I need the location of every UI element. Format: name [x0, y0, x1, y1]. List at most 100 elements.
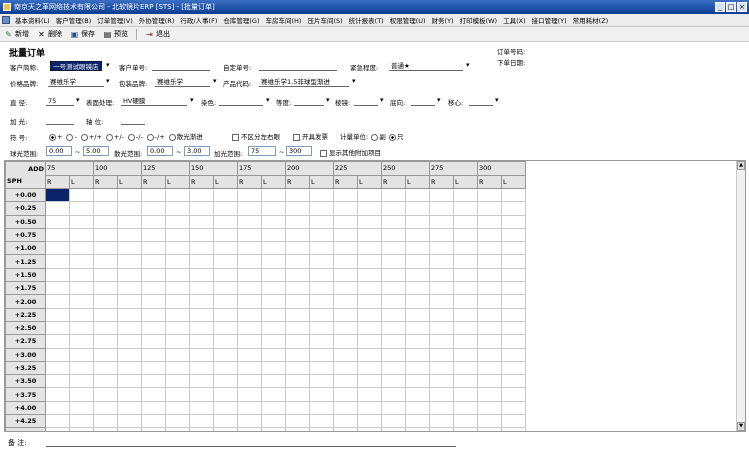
qty-cell[interactable]	[141, 241, 166, 256]
qty-cell[interactable]	[189, 267, 214, 283]
qty-cell[interactable]	[285, 427, 310, 431]
qty-cell[interactable]	[141, 227, 166, 243]
qty-cell[interactable]	[453, 267, 478, 283]
qty-cell[interactable]	[501, 294, 526, 309]
qty-cell[interactable]	[477, 281, 502, 296]
preview-button[interactable]: ▤ 预览	[103, 29, 128, 39]
qty-cell[interactable]	[309, 281, 334, 296]
qty-cell[interactable]	[261, 227, 286, 243]
qty-cell[interactable]	[429, 241, 454, 256]
qty-cell[interactable]	[381, 187, 406, 203]
qty-cell[interactable]	[69, 281, 94, 296]
qty-cell[interactable]	[165, 414, 190, 429]
qty-cell[interactable]	[285, 241, 310, 256]
qty-cell[interactable]	[45, 241, 70, 256]
qty-cell[interactable]	[333, 214, 358, 229]
qty-cell[interactable]	[189, 294, 214, 309]
qty-cell[interactable]	[309, 187, 334, 203]
menu-item[interactable]: 外协管理(R)	[136, 15, 178, 25]
qty-cell[interactable]	[357, 347, 382, 362]
scroll-up-icon[interactable]: ▲	[737, 161, 745, 170]
qty-cell[interactable]	[117, 320, 142, 336]
qty-cell[interactable]	[237, 281, 262, 296]
cyl-to-field[interactable]: 3.00	[184, 146, 210, 156]
qty-cell[interactable]	[381, 214, 406, 229]
qty-cell[interactable]	[453, 414, 478, 429]
qty-cell[interactable]	[45, 187, 70, 203]
qty-cell[interactable]	[93, 254, 118, 269]
qty-cell[interactable]	[117, 374, 142, 389]
qty-cell[interactable]	[285, 294, 310, 309]
qty-cell[interactable]	[189, 347, 214, 362]
menu-item[interactable]: 打印模板(W)	[457, 15, 501, 25]
qty-cell[interactable]	[213, 347, 238, 362]
qty-cell[interactable]	[309, 347, 334, 362]
qty-cell[interactable]	[405, 307, 430, 322]
qty-cell[interactable]	[285, 214, 310, 229]
urgency-field[interactable]: 普通★	[389, 61, 463, 71]
qty-cell[interactable]	[141, 334, 166, 349]
qty-cell[interactable]	[429, 187, 454, 203]
qty-cell[interactable]	[93, 427, 118, 431]
qty-cell[interactable]	[405, 254, 430, 269]
qty-cell[interactable]	[69, 307, 94, 322]
qty-cell[interactable]	[261, 187, 286, 203]
qty-cell[interactable]	[285, 400, 310, 416]
qty-cell[interactable]	[429, 387, 454, 402]
qty-cell[interactable]	[69, 214, 94, 229]
add-column-header[interactable]: 125	[141, 161, 190, 176]
qty-cell[interactable]	[165, 387, 190, 402]
qty-cell[interactable]	[213, 241, 238, 256]
qty-cell[interactable]	[69, 294, 94, 309]
new-button[interactable]: ✎ 新增	[4, 29, 29, 39]
qty-cell[interactable]	[429, 307, 454, 322]
qty-cell[interactable]	[237, 334, 262, 349]
qty-cell[interactable]	[429, 320, 454, 336]
add-column-header[interactable]: 300	[477, 161, 526, 176]
split-lr-checkbox[interactable]	[232, 133, 239, 141]
qty-cell[interactable]	[429, 201, 454, 216]
qty-cell[interactable]	[237, 360, 262, 376]
qty-cell[interactable]	[477, 387, 502, 402]
add-field[interactable]	[46, 115, 74, 125]
qty-cell[interactable]	[477, 267, 502, 283]
qty-cell[interactable]	[93, 201, 118, 216]
qty-cell[interactable]	[333, 387, 358, 402]
qty-cell[interactable]	[357, 227, 382, 243]
qty-cell[interactable]	[501, 281, 526, 296]
qty-cell[interactable]	[189, 254, 214, 269]
qty-cell[interactable]	[237, 227, 262, 243]
qty-cell[interactable]	[405, 334, 430, 349]
qty-cell[interactable]	[141, 414, 166, 429]
qty-cell[interactable]	[285, 281, 310, 296]
qty-cell[interactable]	[189, 334, 214, 349]
qty-cell[interactable]	[45, 400, 70, 416]
qty-cell[interactable]	[381, 334, 406, 349]
qty-cell[interactable]	[213, 267, 238, 283]
qty-cell[interactable]	[453, 294, 478, 309]
qty-cell[interactable]	[501, 387, 526, 402]
qty-cell[interactable]	[165, 281, 190, 296]
qty-cell[interactable]	[309, 320, 334, 336]
maximize-icon[interactable]: □	[726, 2, 736, 12]
qty-cell[interactable]	[477, 374, 502, 389]
qty-cell[interactable]	[93, 320, 118, 336]
qty-cell[interactable]	[237, 214, 262, 229]
qty-cell[interactable]	[69, 241, 94, 256]
qty-cell[interactable]	[429, 374, 454, 389]
qty-cell[interactable]	[117, 241, 142, 256]
qty-cell[interactable]	[453, 281, 478, 296]
qty-cell[interactable]	[453, 400, 478, 416]
qty-cell[interactable]	[165, 400, 190, 416]
qty-cell[interactable]	[405, 374, 430, 389]
qty-cell[interactable]	[45, 227, 70, 243]
qty-cell[interactable]	[237, 347, 262, 362]
qty-cell[interactable]	[501, 241, 526, 256]
qty-cell[interactable]	[261, 334, 286, 349]
qty-cell[interactable]	[213, 201, 238, 216]
qty-cell[interactable]	[381, 414, 406, 429]
qty-cell[interactable]	[117, 307, 142, 322]
qty-cell[interactable]	[429, 267, 454, 283]
qty-cell[interactable]	[117, 201, 142, 216]
qty-cell[interactable]	[261, 281, 286, 296]
